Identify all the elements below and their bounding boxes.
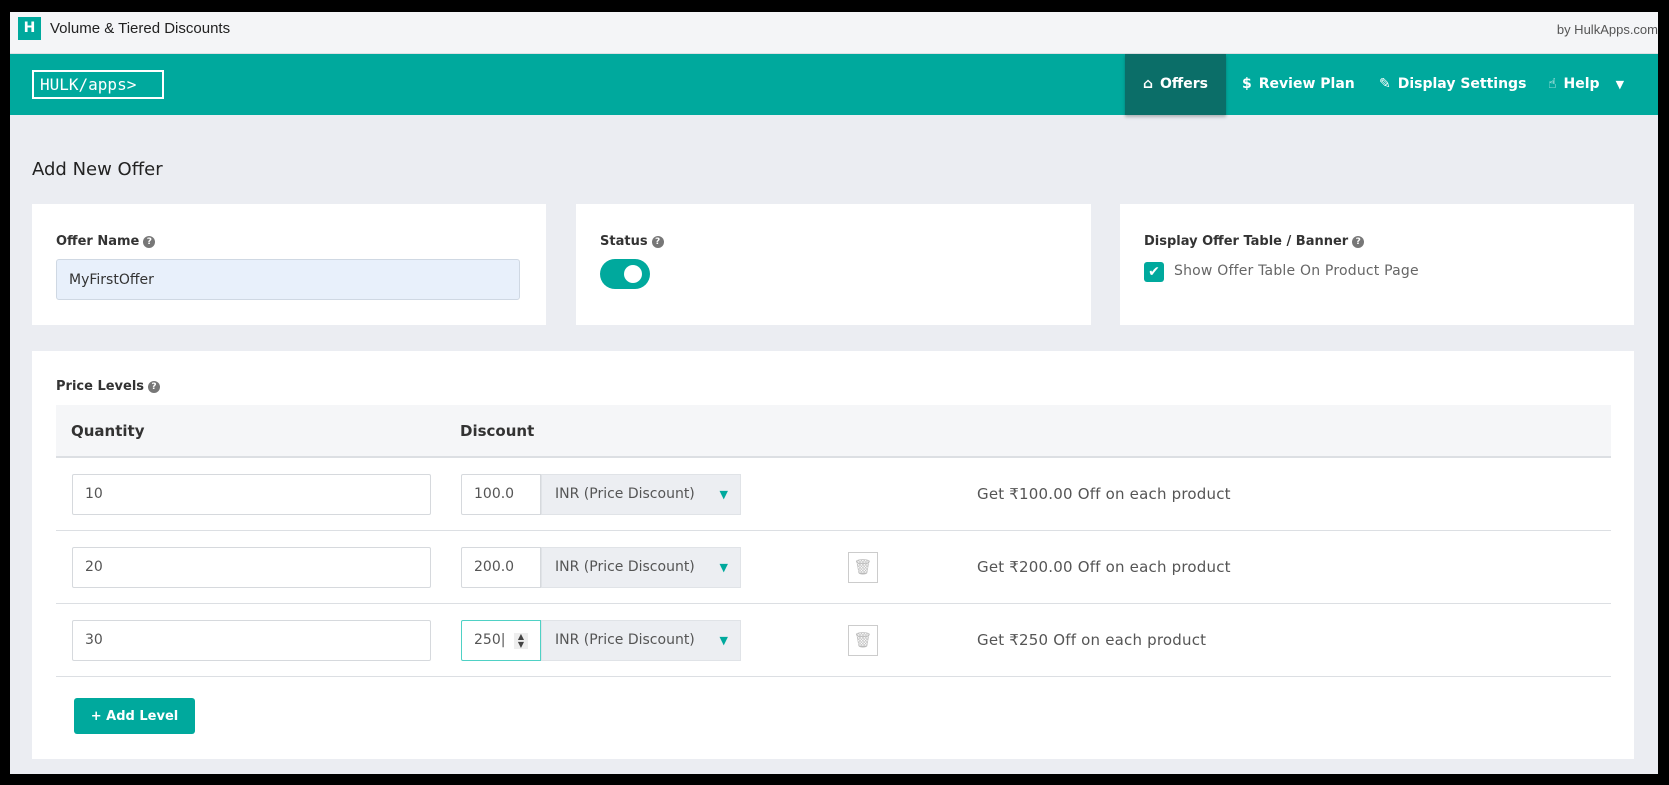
discount-message: Get ₹100.00 Off on each product	[977, 485, 1231, 503]
dollar-icon: $	[1242, 76, 1252, 92]
display-label: Display Offer Table / Banner?	[1144, 234, 1365, 249]
home-icon: ⌂	[1142, 76, 1154, 92]
header-discount: Discount	[460, 422, 535, 440]
help-icon[interactable]: ?	[651, 236, 664, 248]
nav-review-plan-label: Review Plan	[1258, 76, 1355, 92]
caret-down-icon: ▼	[719, 634, 728, 647]
page-title: Add New Offer	[32, 159, 163, 180]
discount-message: Get ₹200.00 Off on each product	[977, 558, 1231, 576]
discount-type-select[interactable]: INR (Price Discount) ▼	[541, 620, 741, 661]
nav-offers-label: Offers	[1160, 76, 1208, 92]
discount-input[interactable]: 250| ▲ ▼	[461, 620, 541, 661]
nav-review-plan[interactable]: $ Review Plan	[1242, 54, 1355, 115]
quantity-input[interactable]: 10	[72, 474, 431, 515]
app-title: Volume & Tiered Discounts	[50, 20, 231, 37]
status-label: Status?	[600, 234, 664, 249]
show-offer-table-checkbox[interactable]: ✔	[1144, 262, 1164, 282]
table-header: Quantity Discount	[56, 405, 1611, 458]
spinner-icon[interactable]: ▲ ▼	[514, 633, 528, 649]
quantity-input[interactable]: 30	[72, 620, 431, 661]
offer-name-input[interactable]	[56, 259, 520, 300]
nav-help[interactable]: ☝ Help ▼	[1548, 54, 1624, 115]
top-nav: HULK/apps> ⌂ Offers $ Review Plan ✎ Display…	[10, 54, 1658, 115]
price-levels-card: Price Levels? Quantity Discount 10 100.0…	[32, 351, 1634, 759]
table-row: 10 100.0 INR (Price Discount) ▼ Get ₹100.…	[56, 458, 1611, 531]
show-offer-table-label[interactable]: Show Offer Table On Product Page	[1174, 263, 1419, 279]
status-card: Status?	[576, 204, 1091, 325]
discount-type-select[interactable]: INR (Price Discount) ▼	[541, 547, 741, 588]
offer-name-label: Offer Name?	[56, 234, 156, 249]
nav-display-settings[interactable]: ✎ Display Settings	[1379, 54, 1526, 115]
trash-icon[interactable]: 🗑	[848, 625, 878, 656]
table-row: 30 250| ▲ ▼ INR (Price Discount) ▼ 🗑 Get ₹2…	[56, 604, 1611, 677]
status-toggle[interactable]	[600, 259, 650, 289]
offer-name-card: Offer Name?	[32, 204, 546, 325]
caret-down-icon: ▼	[719, 561, 728, 574]
table-row: 20 200.0 INR (Price Discount) ▼ 🗑 Get ₹20…	[56, 531, 1611, 604]
toggle-knob	[624, 265, 642, 283]
chevron-down-icon[interactable]: ▼	[1616, 78, 1624, 91]
help-icon[interactable]: ?	[1352, 236, 1365, 248]
wrench-icon: ✎	[1379, 76, 1391, 92]
help-icon[interactable]: ?	[148, 381, 161, 393]
trash-icon[interactable]: 🗑	[848, 552, 878, 583]
nav-offers[interactable]: ⌂ Offers	[1125, 54, 1226, 115]
discount-input[interactable]: 200.0	[461, 547, 541, 588]
quantity-input[interactable]: 20	[72, 547, 431, 588]
discount-type-select[interactable]: INR (Price Discount) ▼	[541, 474, 741, 515]
price-levels-label: Price Levels?	[56, 379, 161, 394]
byline-link[interactable]: by HulkApps.com	[1557, 22, 1658, 37]
app-window: H Volume & Tiered Discounts by HulkApps.…	[10, 12, 1658, 774]
add-level-button[interactable]: + Add Level	[74, 698, 195, 734]
discount-input[interactable]: 100.0	[461, 474, 541, 515]
thumbs-up-icon: ☝	[1548, 76, 1557, 92]
nav-display-settings-label: Display Settings	[1397, 76, 1527, 92]
header-quantity: Quantity	[71, 422, 145, 440]
hulkapps-logo[interactable]: HULK/apps>	[32, 70, 164, 99]
display-card: Display Offer Table / Banner? ✔ Show Off…	[1120, 204, 1634, 325]
title-bar: H Volume & Tiered Discounts by HulkApps.…	[10, 12, 1658, 54]
discount-message: Get ₹250 Off on each product	[977, 631, 1207, 649]
app-icon: H	[18, 17, 41, 40]
nav-help-label: Help	[1563, 76, 1600, 92]
caret-down-icon: ▼	[719, 488, 728, 501]
help-icon[interactable]: ?	[143, 236, 156, 248]
